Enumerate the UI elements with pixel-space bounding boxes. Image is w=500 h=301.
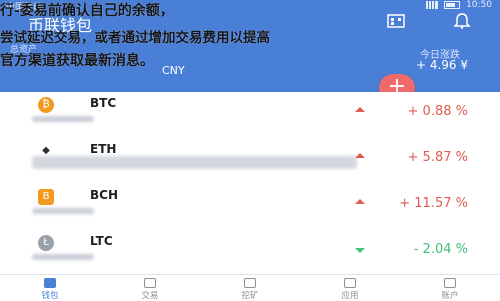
currency-label[interactable]: CNY [162,64,185,77]
coin-row-bch[interactable]: B BCH + 11.57 % [0,184,500,231]
coin-change: + 5.87 % [407,150,468,165]
account-icon [444,278,456,288]
trade-icon [144,278,156,288]
arrow-up-icon [355,153,365,158]
tab-label: 挖矿 [241,291,259,301]
tab-label: 交易 [141,291,159,301]
wallet-header: 中国移动 10:50 币联钱包 总资产 CNY 今日涨跌 + 4.96 ¥ 行-… [0,0,500,92]
bitcoin-icon: ₿ [38,97,54,113]
coin-balance-blurred [32,254,94,260]
tab-wallet[interactable]: 钱包 [20,275,80,301]
wallet-icon [44,278,56,288]
coin-name: BTC [90,96,117,110]
apps-icon [344,278,356,288]
coin-row-btc[interactable]: ₿ BTC + 0.88 % [0,92,500,139]
bottom-tab-bar: 钱包 交易 挖矿 应用 账户 [0,274,500,301]
clock-label: 10:50 [466,0,492,10]
coin-name: ETH [90,142,117,156]
tab-label: 账户 [441,291,459,301]
coin-name: LTC [90,234,113,248]
arrow-down-icon [355,248,365,253]
today-change-value: + 4.96 ¥ [415,58,468,72]
coin-balance-blurred [32,208,94,214]
arrow-up-icon [355,199,365,204]
mining-icon [244,278,256,288]
tab-label: 应用 [341,291,359,301]
coin-name: BCH [90,188,118,202]
arrow-up-icon [355,107,365,112]
status-icons: 10:50 [426,0,492,10]
coin-balance-blurred [32,116,94,122]
scan-icon[interactable] [386,13,406,29]
tab-account[interactable]: 账户 [420,275,480,301]
coin-row-eth[interactable]: ◆ ETH + 5.87 % [0,138,500,185]
bitcoin-cash-icon: B [38,189,54,205]
coin-change: - 2.04 % [413,242,468,257]
tab-trade[interactable]: 交易 [120,275,180,301]
overlay-text-line-3: 官方渠道获取最新消息。 [0,53,154,69]
overlay-text-line-2: 尝试延迟交易，或者通过增加交易费用以提高 [0,30,270,46]
tab-label: 钱包 [41,291,59,301]
battery-icon [444,1,461,9]
tab-mining[interactable]: 挖矿 [220,275,280,301]
bell-icon[interactable] [452,13,472,29]
signal-icon [426,1,439,9]
overlay-text-line-1: 行-委易前确认自己的余额， [0,3,174,19]
coin-row-ltc[interactable]: Ł LTC - 2.04 % [0,230,500,277]
tab-apps[interactable]: 应用 [320,275,380,301]
coin-change: + 0.88 % [407,104,468,119]
litecoin-icon: Ł [38,235,54,251]
coin-balance-blurred [32,156,357,169]
coin-change: + 11.57 % [399,196,468,211]
coin-list: ₿ BTC + 0.88 % ◆ ETH + 5.87 % B BCH + 11… [0,92,500,277]
